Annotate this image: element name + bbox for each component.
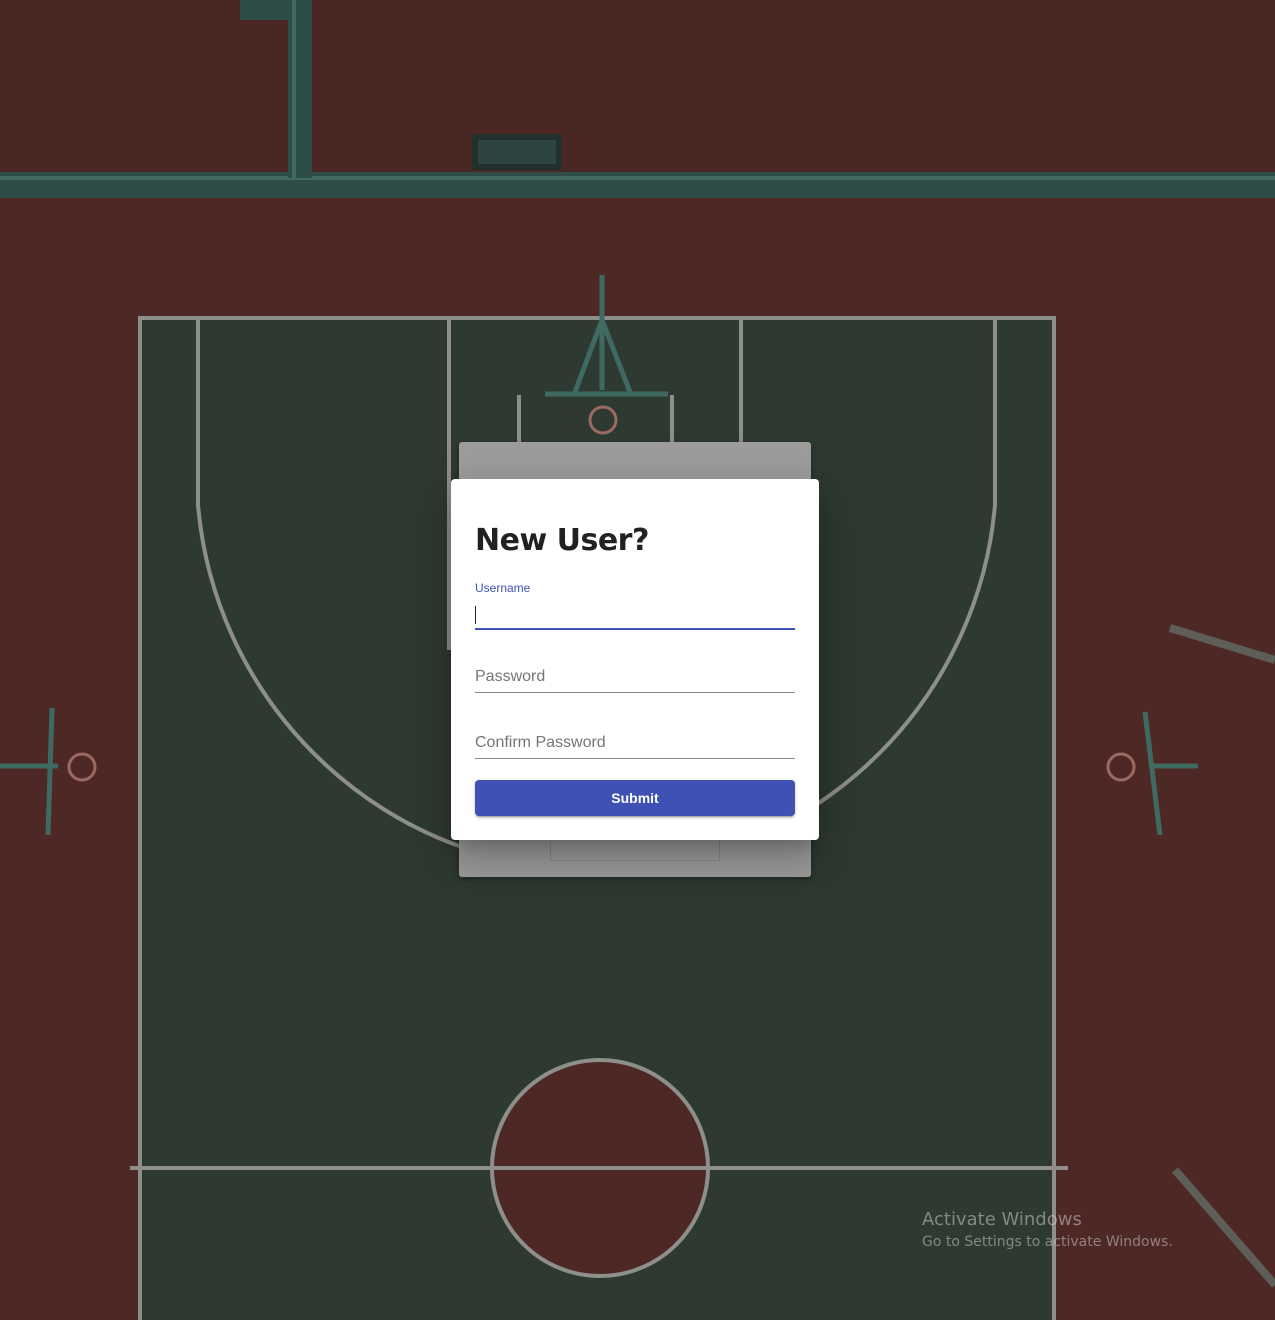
confirm-password-input[interactable] [475,729,795,757]
activate-windows-watermark: Activate Windows Go to Settings to activ… [922,1208,1173,1252]
text-caret [475,606,476,624]
username-label: Username [475,581,531,595]
username-input[interactable] [475,600,795,628]
new-user-dialog: New User? Username Submit [451,479,819,840]
dialog-title: New User? [475,523,649,558]
watermark-subtitle: Go to Settings to activate Windows. [922,1234,1173,1250]
watermark-title: Activate Windows [922,1209,1082,1230]
password-input[interactable] [475,663,795,691]
username-field[interactable]: Username [475,581,795,631]
password-field[interactable] [475,661,795,695]
page-background: New User? Username Submit Activate Windo… [0,0,1275,1320]
confirm-password-field[interactable] [475,727,795,761]
username-underline [475,628,795,630]
confirm-password-underline [475,758,795,759]
submit-button[interactable]: Submit [475,780,795,816]
password-underline [475,692,795,693]
